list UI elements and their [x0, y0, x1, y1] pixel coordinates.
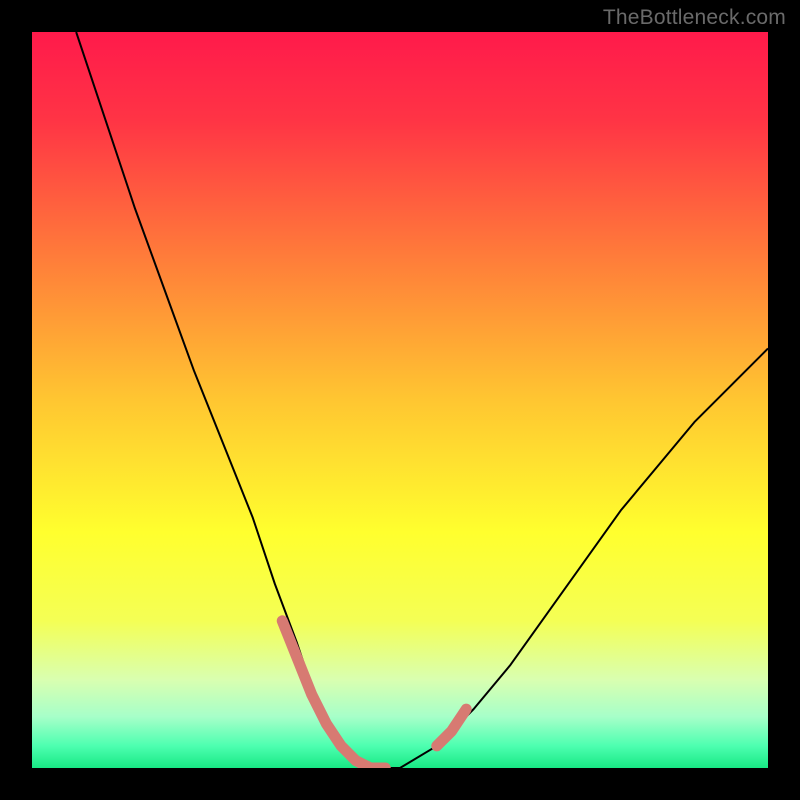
- chart-frame: TheBottleneck.com: [0, 0, 800, 800]
- curve-layer: [32, 32, 768, 768]
- watermark-text: TheBottleneck.com: [603, 6, 786, 30]
- series-highlight-segment-right: [437, 709, 466, 746]
- plot-area: [32, 32, 768, 768]
- series-bottleneck-curve: [76, 32, 768, 768]
